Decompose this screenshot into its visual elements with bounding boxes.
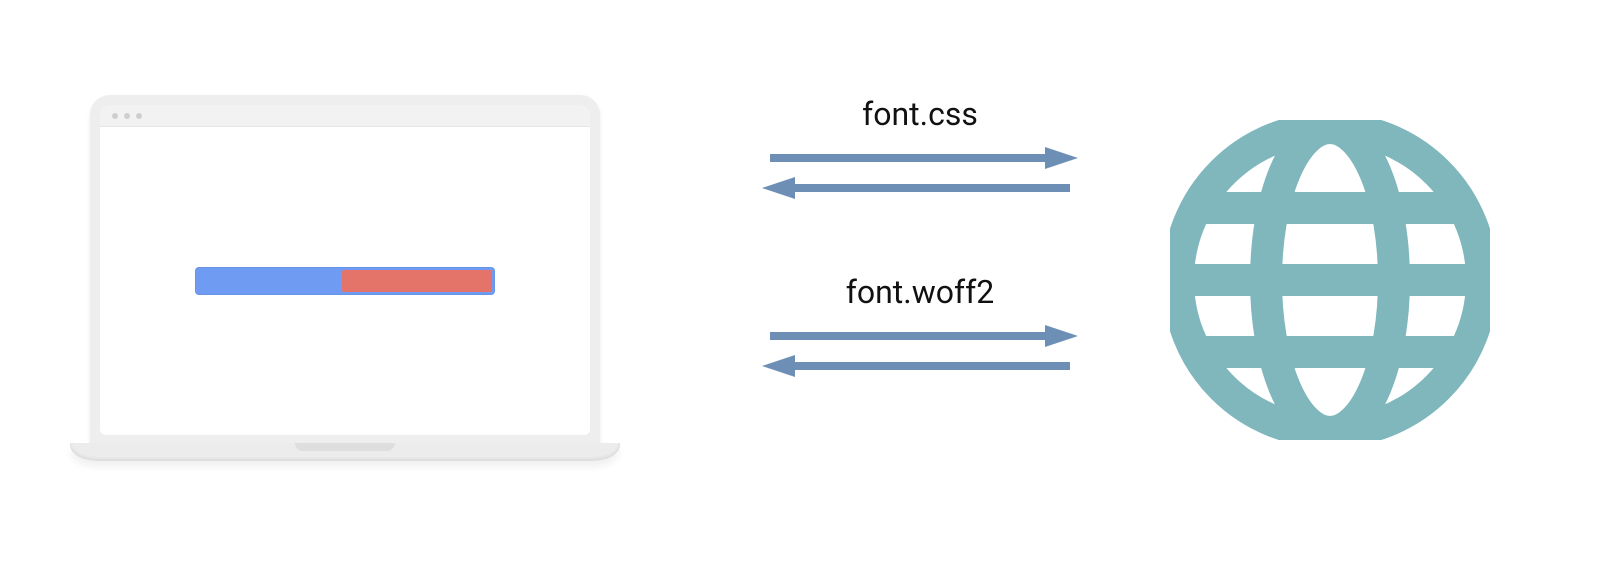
browser-viewport	[100, 127, 590, 435]
request-label: font.woff2	[846, 273, 994, 311]
progress-bar	[195, 267, 495, 295]
request-label: font.css	[862, 95, 978, 133]
window-dot-icon	[112, 113, 118, 119]
request-arrows: font.css font.woff2	[740, 95, 1100, 381]
browser-titlebar	[100, 105, 590, 127]
bidirectional-arrow-icon	[760, 143, 1080, 203]
laptop-base	[70, 443, 620, 471]
globe-icon	[1170, 120, 1490, 440]
window-dot-icon	[124, 113, 130, 119]
laptop-screen	[90, 95, 600, 445]
bidirectional-arrow-icon	[760, 321, 1080, 381]
request-row: font.woff2	[740, 273, 1100, 381]
request-row: font.css	[740, 95, 1100, 203]
laptop-icon	[70, 95, 620, 471]
window-dot-icon	[136, 113, 142, 119]
progress-fill	[342, 270, 492, 292]
